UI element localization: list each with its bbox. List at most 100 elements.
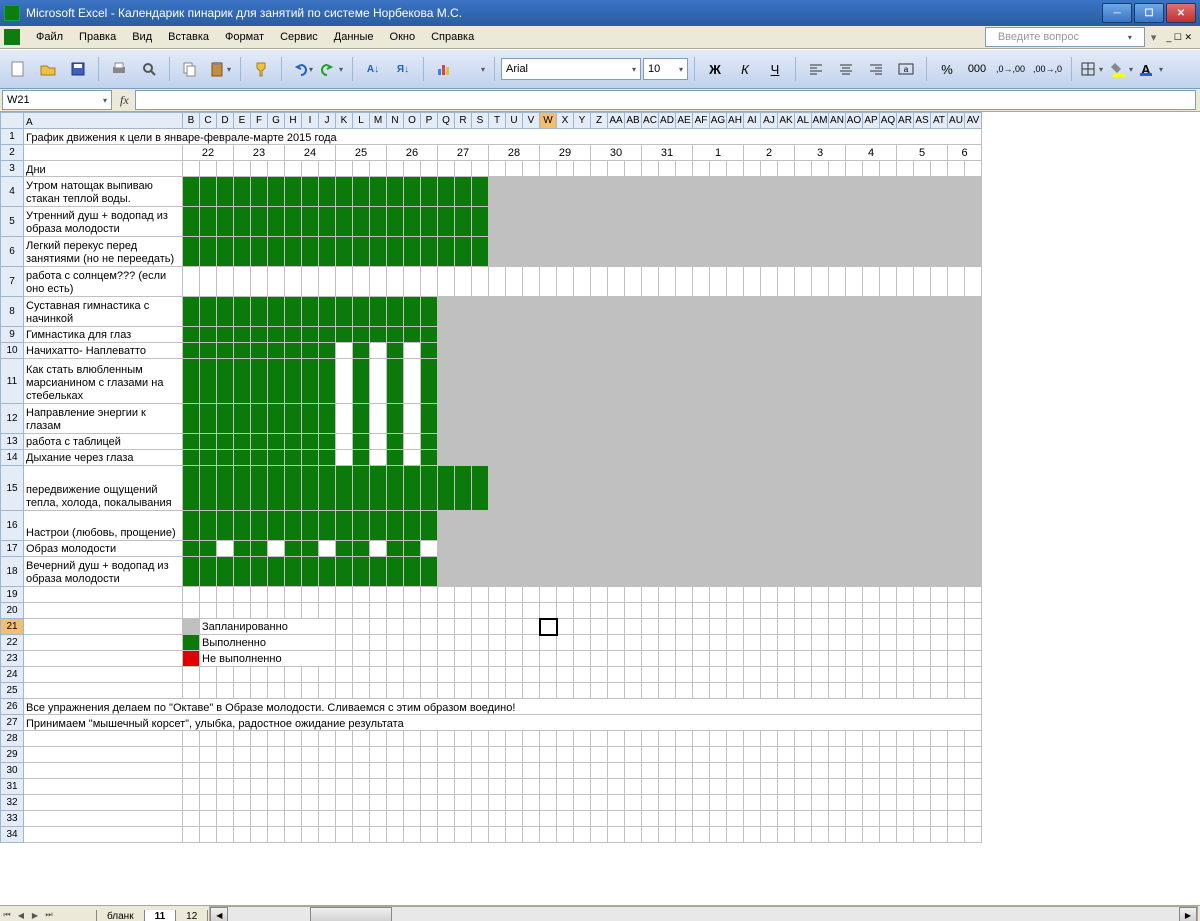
- cell[interactable]: [506, 651, 523, 667]
- align-center-button[interactable]: [832, 57, 860, 81]
- cell[interactable]: [965, 651, 982, 667]
- cell[interactable]: [744, 404, 761, 434]
- cell[interactable]: [642, 466, 659, 511]
- cell[interactable]: [693, 683, 710, 699]
- cell[interactable]: [659, 177, 676, 207]
- cell[interactable]: [608, 795, 625, 811]
- cell[interactable]: [727, 327, 744, 343]
- cell[interactable]: [489, 827, 506, 843]
- cell[interactable]: [931, 603, 948, 619]
- cell[interactable]: [404, 795, 421, 811]
- cell[interactable]: [370, 177, 387, 207]
- cell[interactable]: [285, 511, 302, 541]
- cell[interactable]: [268, 541, 285, 557]
- col-header[interactable]: AK: [778, 113, 795, 129]
- cell[interactable]: [557, 450, 574, 466]
- task-label[interactable]: передвижение ощущений тепла, холода, пок…: [24, 466, 183, 511]
- comma-button[interactable]: 000: [963, 57, 991, 81]
- cell[interactable]: [489, 267, 506, 297]
- cell[interactable]: [778, 651, 795, 667]
- cell[interactable]: [506, 511, 523, 541]
- col-header[interactable]: AS: [914, 113, 931, 129]
- cell[interactable]: [591, 827, 608, 843]
- cell[interactable]: [574, 434, 591, 450]
- cell[interactable]: [625, 327, 642, 343]
- cell[interactable]: [370, 795, 387, 811]
- paste-button[interactable]: ▾: [206, 57, 234, 81]
- cell[interactable]: [846, 795, 863, 811]
- cell[interactable]: [387, 450, 404, 466]
- cell[interactable]: [557, 827, 574, 843]
- cell[interactable]: [574, 404, 591, 434]
- cell[interactable]: [897, 683, 914, 699]
- cell[interactable]: [472, 763, 489, 779]
- cell[interactable]: [455, 683, 472, 699]
- cell[interactable]: [778, 237, 795, 267]
- cell[interactable]: [438, 651, 455, 667]
- cell[interactable]: [302, 327, 319, 343]
- cell[interactable]: [268, 811, 285, 827]
- cell[interactable]: [268, 747, 285, 763]
- cell[interactable]: [778, 343, 795, 359]
- cell[interactable]: [370, 466, 387, 511]
- cell[interactable]: [336, 795, 353, 811]
- cell[interactable]: [421, 811, 438, 827]
- tab-prev[interactable]: ◀: [14, 907, 28, 921]
- cell[interactable]: [489, 587, 506, 603]
- cell[interactable]: [846, 557, 863, 587]
- cell[interactable]: [863, 541, 880, 557]
- cell[interactable]: [829, 207, 846, 237]
- cell[interactable]: [778, 811, 795, 827]
- cell[interactable]: [744, 327, 761, 343]
- cell[interactable]: [863, 404, 880, 434]
- cell[interactable]: [591, 635, 608, 651]
- cell[interactable]: [370, 811, 387, 827]
- cell[interactable]: [506, 603, 523, 619]
- cell[interactable]: [727, 267, 744, 297]
- col-header[interactable]: L: [353, 113, 370, 129]
- cell[interactable]: 1: [693, 145, 744, 161]
- cell[interactable]: [744, 297, 761, 327]
- cell[interactable]: [642, 811, 659, 827]
- cell[interactable]: [897, 811, 914, 827]
- cell[interactable]: [965, 763, 982, 779]
- cell[interactable]: [659, 635, 676, 651]
- cell[interactable]: [421, 779, 438, 795]
- cell[interactable]: [625, 343, 642, 359]
- cell[interactable]: [965, 747, 982, 763]
- cell[interactable]: [642, 450, 659, 466]
- cell[interactable]: [710, 434, 727, 450]
- cell[interactable]: [285, 177, 302, 207]
- cell[interactable]: [183, 541, 200, 557]
- cell[interactable]: [676, 811, 693, 827]
- cell[interactable]: [251, 450, 268, 466]
- cell[interactable]: [829, 541, 846, 557]
- cell[interactable]: [489, 297, 506, 327]
- cell[interactable]: [710, 635, 727, 651]
- cell[interactable]: [574, 827, 591, 843]
- cell[interactable]: [353, 541, 370, 557]
- cell[interactable]: [863, 557, 880, 587]
- cell[interactable]: [727, 237, 744, 267]
- cell[interactable]: [761, 541, 778, 557]
- cell[interactable]: [829, 795, 846, 811]
- spreadsheet-grid[interactable]: ABCDEFGHIJKLMNOPQRSTUVWXYZAAABACADAEAFAG…: [0, 112, 1200, 905]
- cell[interactable]: [404, 327, 421, 343]
- cell[interactable]: [676, 450, 693, 466]
- cell[interactable]: [591, 343, 608, 359]
- row-header[interactable]: 20: [1, 603, 24, 619]
- cell[interactable]: [659, 359, 676, 404]
- cell[interactable]: [489, 237, 506, 267]
- cell[interactable]: [353, 466, 370, 511]
- cell[interactable]: [897, 557, 914, 587]
- cell[interactable]: [353, 557, 370, 587]
- cell[interactable]: [438, 795, 455, 811]
- cell[interactable]: [795, 207, 812, 237]
- cell[interactable]: [540, 359, 557, 404]
- cell[interactable]: [404, 359, 421, 404]
- cell[interactable]: [387, 779, 404, 795]
- cell[interactable]: [217, 327, 234, 343]
- cell[interactable]: [574, 207, 591, 237]
- row-header[interactable]: 18: [1, 557, 24, 587]
- cell[interactable]: [710, 297, 727, 327]
